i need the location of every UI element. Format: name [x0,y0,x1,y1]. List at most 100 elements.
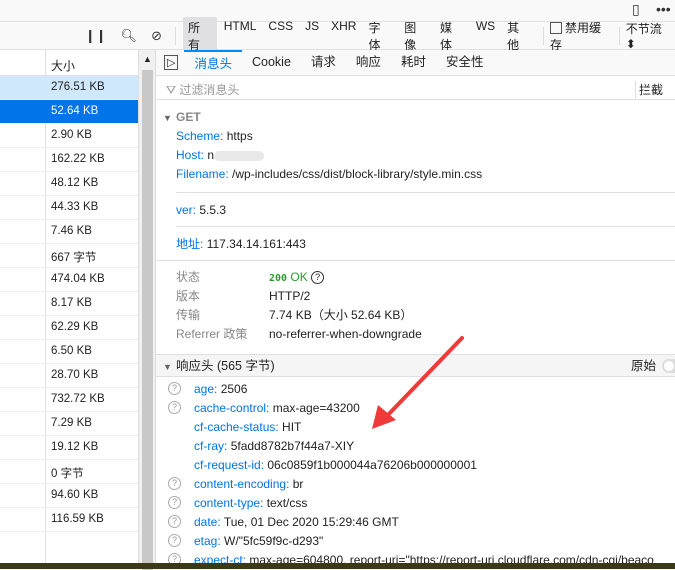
tab-0[interactable]: 消息头 [184,49,242,76]
header-key: cf-cache-status: [194,420,279,434]
header-key: cf-request-id: [194,458,265,472]
help-icon[interactable]: ? [168,401,181,414]
scrollbar[interactable]: ▲ [138,50,155,570]
request-row[interactable]: 732.72 KB [0,388,138,412]
transfer-value: 7.74 KB（大小 52.64 KB） [269,308,413,322]
throttle-select[interactable]: 不节流 ⬍ [626,20,675,51]
request-row[interactable]: 162.22 KB [0,148,138,172]
size-cell: 0 字节 [51,468,84,480]
request-row[interactable]: 62.29 KB [0,316,138,340]
referrer-value: no-referrer-when-downgrade [269,327,422,341]
size-cell: 116.59 KB [51,513,104,525]
pause-icon[interactable]: ❙❙ [85,28,107,44]
header-value: 5fadd8782b7f44a7-XIY [230,439,355,453]
block-button[interactable]: 拦截 [634,81,663,98]
header-key: etag: [194,534,221,548]
clear-icon[interactable]: ⊘ [151,28,162,44]
size-cell: 94.60 KB [51,489,99,501]
request-row[interactable]: 94.60 KB [0,484,138,508]
method: GET [176,110,201,124]
status-code: 200 [269,273,288,284]
version-value: HTTP/2 [269,289,311,303]
size-cell: 28.70 KB [51,369,99,381]
help-icon[interactable]: ? [311,271,325,284]
request-row[interactable]: 6.50 KB [0,340,138,364]
size-cell: 44.33 KB [51,201,99,213]
request-row[interactable]: 52.64 KB [0,100,138,124]
request-row[interactable]: 28.70 KB [0,364,138,388]
tab-3[interactable]: 响应 [346,50,391,76]
header-key: content-type: [194,496,264,510]
status-text: OK [290,270,308,284]
header-value: br [292,477,304,491]
request-row[interactable]: 8.17 KB [0,292,138,316]
help-icon[interactable]: ? [168,382,181,395]
request-row[interactable]: 2.90 KB [0,124,138,148]
request-row[interactable]: 48.12 KB [0,172,138,196]
disable-cache-checkbox[interactable]: 禁用缓存 [549,19,613,53]
collapse-icon[interactable]: ▼ [163,356,172,378]
scrollbar-thumb[interactable] [142,70,153,570]
help-icon[interactable]: ? [168,496,181,509]
details-panel: ▷ 消息头 Cookie 请求 响应 耗时 安全性 ⛛ 过滤消息头 拦截 ▼ GET Sc… [155,49,675,567]
response-header-row: ? content-type: text/css [156,494,675,513]
more-options-icon[interactable]: ••• [656,1,671,17]
header-value: text/css [266,496,308,510]
header-value: Tue, 01 Dec 2020 15:29:46 GMT [223,515,399,529]
size-header-label: 大小 [51,59,76,73]
status-section: 状态 200 OK ? 版本 HTTP/2 传输 7.74 KB（大小 52.64 K… [156,261,675,344]
host-key: Host: [176,148,205,162]
request-row[interactable]: 7.46 KB [0,220,138,244]
request-row[interactable]: 0 字节 [0,460,138,484]
version-key: 版本 [176,289,201,303]
response-header-row: ? etag: W/"5fc59f9c-d293" [156,532,675,551]
status-key: 状态 [176,270,201,284]
filename-key: Filename: [176,167,229,181]
header-value: W/"5fc59f9c-d293" [224,534,324,548]
response-header-row: cf-ray: 5fadd8782b7f44a7-XIY [156,437,675,456]
size-cell: 276.51 KB [51,81,105,93]
filter-headers-input[interactable]: ⛛ 过滤消息头 拦截 [156,76,675,100]
response-header-row: ? date: Tue, 01 Dec 2020 15:29:46 GMT [156,513,675,532]
request-row[interactable]: 474.04 KB [0,268,138,292]
help-icon[interactable]: ? [168,477,181,490]
tab-1[interactable]: Cookie [242,50,301,76]
taskbar-strip [0,563,675,569]
header-value: 2506 [220,382,248,396]
request-row[interactable]: 116.59 KB [0,508,138,532]
transfer-key: 传输 [176,308,201,322]
collapse-icon[interactable]: ▼ [163,113,172,123]
tab-5[interactable]: 安全性 [436,50,494,76]
help-icon[interactable]: ? [168,534,181,547]
toggle-sidebar-icon[interactable]: ▷ [164,55,179,70]
response-headers-header[interactable]: ▼ 响应头 (565 字节) 原始 [156,354,675,377]
size-cell: 7.46 KB [51,225,92,237]
request-row[interactable]: 7.29 KB [0,412,138,436]
request-list: 大小 276.51 KB 52.64 KB 2.90 KB 162.22 KB 48.1… [0,50,138,563]
tab-2[interactable]: 请求 [301,50,346,76]
ver-key: ver: [176,203,197,217]
filter-icon: ⛛ [166,83,180,97]
blurred-host [214,150,265,161]
response-headers-title: 响应头 (565 字节) [176,359,275,373]
size-column-header[interactable]: 大小 [0,50,138,76]
responsive-design-icon[interactable]: ▯ [632,1,640,18]
size-cell: 667 字节 [51,252,97,264]
header-value: HIT [282,420,302,434]
address-key: 地址: [176,237,204,251]
tab-4[interactable]: 耗时 [391,50,436,76]
filter-9[interactable]: 其他 [502,17,536,55]
help-icon[interactable]: ? [168,515,181,528]
scroll-up-icon[interactable]: ▲ [143,54,152,64]
request-row[interactable]: 19.12 KB [0,436,138,460]
raw-label: 原始 [630,359,656,373]
search-icon[interactable]: 🔍︎ [121,28,138,44]
header-key: content-encoding: [194,477,290,491]
network-toolbar: ❙❙ 🔍︎ ⊘ 所有 HTML CSS JS XHR 字体 图像 媒体 WS 其他 禁用缓存 不节… [0,16,675,55]
request-row[interactable]: 276.51 KB [0,76,138,100]
address-value: 117.34.14.161:443 [206,237,306,251]
request-row[interactable]: 667 字节 [0,244,138,268]
size-cell: 732.72 KB [51,393,105,405]
raw-toggle[interactable] [662,359,675,373]
request-row[interactable]: 44.33 KB [0,196,138,220]
